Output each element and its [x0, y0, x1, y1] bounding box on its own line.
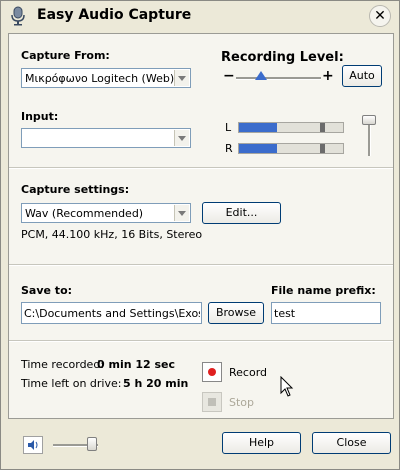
microphone-app-icon	[11, 6, 25, 26]
record-icon	[208, 368, 216, 376]
close-icon[interactable]: ✕	[369, 5, 391, 27]
stop-icon	[208, 398, 216, 406]
time-recorded-label: Time recorded:	[21, 358, 105, 371]
record-label[interactable]: Record	[229, 366, 267, 379]
separator	[9, 340, 393, 342]
chevron-down-icon[interactable]	[174, 205, 189, 221]
format-details: PCM, 44.100 kHz, 16 Bits, Stereo	[21, 228, 203, 241]
capture-device-select[interactable]: Μικρόφωνο Logitech (Web)	[21, 68, 191, 88]
help-button[interactable]: Help	[222, 432, 301, 454]
input-select[interactable]	[21, 128, 191, 148]
plus-icon: +	[322, 68, 334, 84]
separator	[9, 167, 393, 169]
capture-settings-label: Capture settings:	[21, 183, 130, 196]
file-name-prefix-label: File name prefix:	[271, 284, 376, 297]
mouse-cursor-icon	[280, 376, 294, 397]
format-value: Wav (Recommended)	[25, 207, 144, 220]
capture-from-label: Capture From:	[21, 49, 110, 62]
bottom-bar: Help Close	[1, 419, 399, 469]
left-level-fill	[239, 123, 277, 132]
right-level-meter	[238, 143, 344, 154]
stop-button[interactable]	[202, 392, 222, 412]
right-channel-label: R	[225, 142, 233, 155]
recording-level-thumb[interactable]	[255, 71, 267, 80]
save-path-field[interactable]: C:\Documents and Settings\Exoskel	[21, 302, 202, 324]
input-label: Input:	[21, 110, 59, 123]
save-to-label: Save to:	[21, 284, 73, 297]
title-bar[interactable]: Easy Audio Capture ✕	[1, 1, 399, 31]
app-window: Easy Audio Capture ✕ Capture From: Μικρό…	[0, 0, 400, 470]
separator	[9, 264, 393, 266]
save-path-value: C:\Documents and Settings\Exoskel	[24, 307, 200, 320]
format-select[interactable]: Wav (Recommended)	[21, 203, 191, 223]
capture-device-value: Μικρόφωνο Logitech (Web)	[25, 72, 175, 85]
input-volume-thumb[interactable]	[362, 115, 376, 125]
right-level-fill	[239, 144, 277, 153]
left-level-meter	[238, 122, 344, 133]
auto-button[interactable]: Auto	[342, 65, 382, 87]
file-name-prefix-value: test	[274, 307, 296, 320]
chevron-down-icon[interactable]	[174, 70, 189, 86]
right-peak-indicator	[320, 144, 325, 153]
speaker-icon[interactable]	[23, 436, 43, 454]
left-channel-label: L	[225, 121, 232, 134]
main-panel: Capture From: Μικρόφωνο Logitech (Web) R…	[8, 33, 394, 419]
minus-icon: −	[223, 68, 235, 84]
time-left-value: 5 h 20 min	[123, 377, 189, 390]
close-button[interactable]: Close	[312, 432, 391, 454]
left-peak-indicator	[320, 123, 325, 132]
browse-button[interactable]: Browse	[208, 302, 264, 324]
stop-label[interactable]: Stop	[229, 396, 254, 409]
window-title: Easy Audio Capture	[37, 7, 192, 23]
time-left-label: Time left on drive:	[21, 377, 122, 390]
file-name-prefix-field[interactable]: test	[271, 302, 381, 324]
volume-thumb[interactable]	[87, 437, 97, 451]
edit-settings-button[interactable]: Edit...	[202, 202, 281, 224]
chevron-down-icon[interactable]	[174, 130, 189, 146]
recording-level-label: Recording Level:	[221, 50, 344, 65]
record-button[interactable]	[202, 362, 222, 382]
time-recorded-value: 0 min 12 sec	[97, 358, 176, 371]
recording-level-slider[interactable]	[236, 77, 321, 80]
